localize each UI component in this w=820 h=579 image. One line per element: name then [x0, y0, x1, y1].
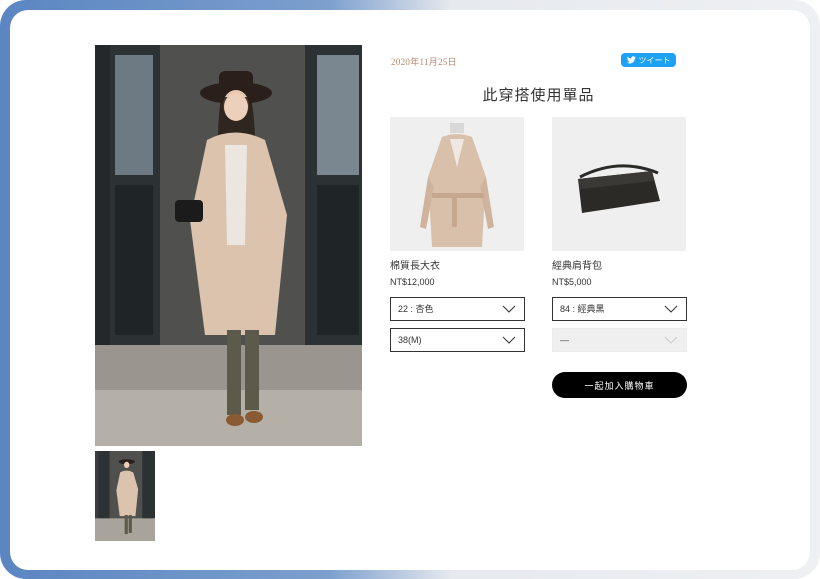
color-select[interactable]: 22 : 杏色 — [390, 297, 525, 321]
color-select-value: 22 : 杏色 — [398, 304, 434, 314]
chevron-down-icon — [664, 305, 678, 313]
outfit-photo — [95, 45, 362, 446]
tweet-label: ツイート — [638, 55, 671, 65]
size-select-value: 38(M) — [398, 335, 422, 345]
product-name: 經典肩背包 — [552, 261, 602, 272]
product-card-coat: 棉質長大衣 NT$12,000 22 : 杏色 38(M) — [390, 117, 525, 352]
color-select[interactable]: 84 : 經典黑 — [552, 297, 687, 321]
section-title: 此穿搭使用單品 — [482, 87, 595, 104]
size-select-value: — — [560, 335, 569, 345]
size-select-disabled: — — [552, 328, 687, 352]
product-name: 棉質長大衣 — [390, 261, 440, 272]
product-price: NT$5,000 — [552, 277, 592, 287]
chevron-down-icon — [502, 336, 516, 344]
outfit-thumbnail[interactable] — [95, 451, 155, 541]
size-select[interactable]: 38(M) — [390, 328, 525, 352]
product-image-coat[interactable] — [390, 117, 524, 251]
add-all-to-cart-button[interactable]: 一起加入購物車 — [552, 372, 687, 398]
tweet-button[interactable]: ツイート — [621, 53, 676, 67]
product-price: NT$12,000 — [390, 277, 435, 287]
chevron-down-icon — [664, 336, 678, 344]
post-date: 2020年11月25日 — [391, 57, 457, 67]
color-select-value: 84 : 經典黑 — [560, 304, 605, 314]
twitter-bird-icon — [626, 56, 636, 64]
chevron-down-icon — [502, 305, 516, 313]
product-card-bag: 經典肩背包 NT$5,000 84 : 經典黑 — — [552, 117, 687, 352]
product-image-bag[interactable] — [552, 117, 686, 251]
